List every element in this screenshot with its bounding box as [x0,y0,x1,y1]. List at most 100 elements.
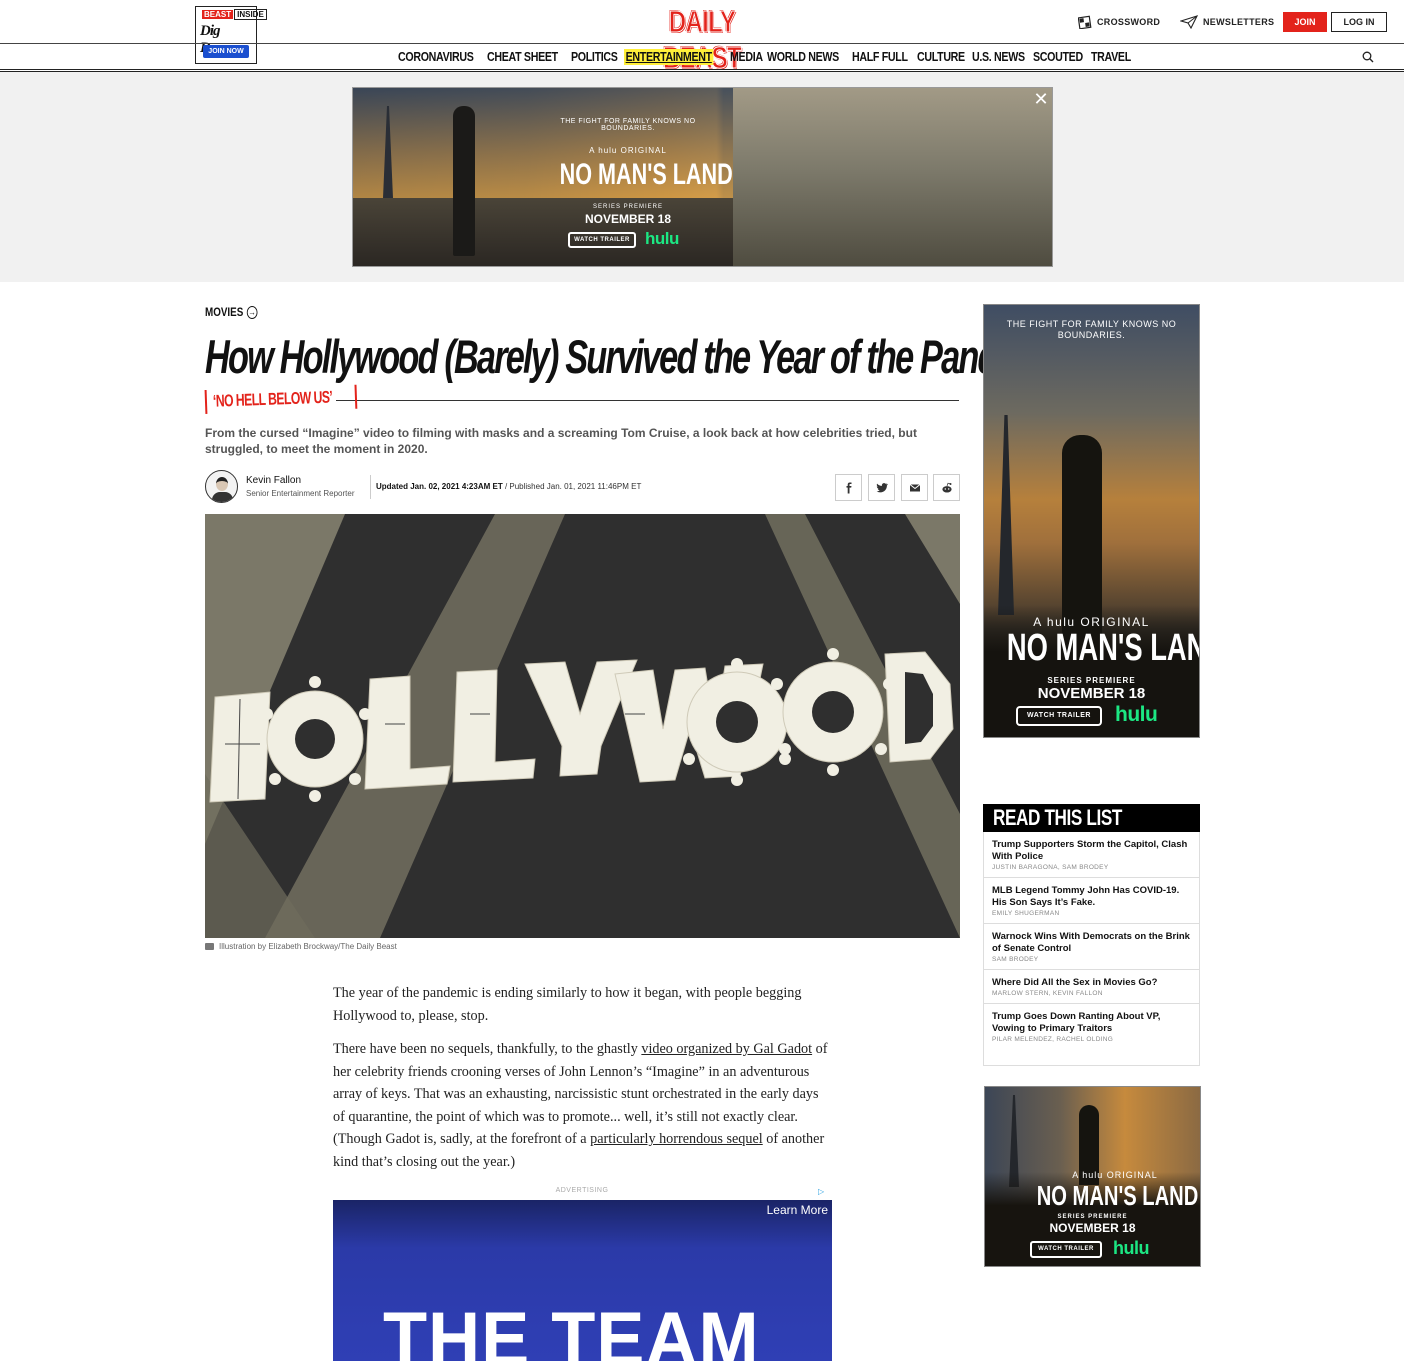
header-divider [0,43,1404,44]
section-link[interactable]: MOVIES → [205,305,258,319]
hulu-logo: hulu [645,229,679,248]
nav-item-scouted[interactable]: SCOUTED [1033,49,1083,65]
sidebar-ad2-watch-trailer-button[interactable]: WATCH TRAILER [1030,1241,1102,1258]
nav-item-politics[interactable]: POLITICS [571,49,618,65]
top-banner-ad[interactable]: THE FIGHT FOR FAMILY KNOWS NO BOUNDARIES… [352,87,1053,267]
hulu-logo: hulu [1115,703,1158,726]
list-item[interactable]: Trump Supporters Storm the Capitol, Clas… [984,832,1199,878]
hero-caption: Illustration by Elizabeth Brockway/The D… [205,942,397,951]
list-item[interactable]: Warnock Wins With Democrats on the Brink… [984,924,1199,970]
avatar-body [212,492,233,502]
sidebar-ad2-date: NOVEMBER 18 [1049,1221,1136,1235]
sidebar-ad2-hulu-original: A hulu ORIGINAL [1072,1170,1158,1180]
gal-gadot-video-link[interactable]: video organized by Gal Gadot [641,1041,812,1057]
newsletters-label: NEWSLETTERS [1203,17,1275,27]
list-item-title[interactable]: Warnock Wins With Democrats on the Brink… [992,931,1191,955]
ad-title: NO MAN'S LAND [559,158,733,191]
ad-hulu-original: A hulu ORIGINAL [589,146,667,155]
read-this-list: READ THIS LIST Trump Supporters Storm th… [983,804,1200,1066]
list-item-authors: JUSTIN BARAGONA, SAM BRODEY [992,864,1109,871]
article-dates: Updated Jan. 02, 2021 4:23AM ET / Publis… [376,482,641,491]
nav-item-culture[interactable]: CULTURE [917,49,965,65]
rubric-text: ‘NO HELL BELOW US’ [212,387,333,411]
advertising-label: ADVERTISING [555,1187,609,1194]
article-rubric: ‘NO HELL BELOW US’ [204,384,358,414]
arrow-right-icon: → [246,305,258,319]
sidebar-ad-premiere: SERIES PREMIERE [1047,676,1136,685]
list-item-authors: SAM BRODEY [992,956,1039,963]
author-name[interactable]: Kevin Fallon [246,475,301,486]
list-item-title[interactable]: MLB Legend Tommy John Has COVID-19. His … [992,885,1191,909]
hulu-logo: hulu [1113,1238,1150,1258]
share-twitter-button[interactable] [868,474,895,501]
newsletters-link[interactable]: NEWSLETTERS [1180,14,1274,30]
ad-crowd-image [733,88,1052,266]
share-email-button[interactable] [901,474,928,501]
beast-inside-badge-left: BEAST [202,10,234,19]
nav-item-cheat-sheet[interactable]: CHEAT SHEET [487,49,558,65]
article-headline: How Hollywood (Barely) Survived the Year… [205,330,1069,383]
list-item-title[interactable]: Where Did All the Sex in Movies Go? [992,977,1191,989]
list-item[interactable]: MLB Legend Tommy John Has COVID-19. His … [984,878,1199,924]
ad-watch-trailer-button[interactable]: WATCH TRAILER [568,232,636,248]
avatar-face [216,477,228,491]
list-item-title[interactable]: Trump Supporters Storm the Capitol, Clas… [992,839,1191,863]
published-date: / Published Jan. 01, 2021 11:46PM ET [502,482,642,491]
beast-inside-promo[interactable]: BEASTINSIDE Dig Deeper JOIN NOW [195,6,267,64]
beast-inside-badge: BEAST INSIDE [202,9,267,20]
crossword-icon [1078,15,1092,29]
paper-plane-icon [1180,15,1198,29]
p2-text-a: There have been no sequels, thankfully, … [333,1041,642,1057]
author-title: Senior Entertainment Reporter [246,489,355,498]
email-icon [909,483,920,491]
nav-item-world-news[interactable]: WORLD NEWS [767,49,839,65]
nav-item-half-full[interactable]: HALF FULL [852,49,908,65]
login-button[interactable]: LOG IN [1331,12,1387,32]
close-icon[interactable]: ✕ [1033,90,1049,108]
site-logo[interactable]: DAILY BEAST [647,4,756,76]
list-item[interactable]: Where Did All the Sex in Movies Go? MARL… [984,970,1199,1004]
horrendous-sequel-link[interactable]: particularly horrendous sequel [590,1131,763,1147]
nav-item-media[interactable]: MEDIA [730,49,763,65]
author-avatar[interactable] [205,470,238,503]
nav-item-coronavirus[interactable]: CORONAVIRUS [398,49,474,65]
learn-more-button[interactable]: Learn More [767,1203,828,1217]
nav-item-travel[interactable]: TRAVEL [1091,49,1131,65]
byline: Kevin Fallon Senior Entertainment Report… [205,470,960,504]
read-this-list-heading: READ THIS LIST [983,804,1200,832]
crossword-label: CROSSWORD [1097,17,1161,27]
paragraph-2: There have been no sequels, thankfully, … [333,1038,833,1173]
inline-video-ad[interactable]: Learn More THE TEAM [333,1200,832,1361]
crossword-link[interactable]: CROSSWORD [1078,14,1160,30]
list-item[interactable]: Trump Goes Down Ranting About VP, Vowing… [984,1004,1199,1049]
site-header: BEASTINSIDE Dig Deeper JOIN NOW DAILY BE… [0,0,1404,76]
inline-ad-headline: THE TEAM [383,1297,760,1361]
hero-illustration [205,514,960,938]
adchoices-icon[interactable]: ▷ [818,1187,824,1196]
sidebar-ad-watch-trailer-button[interactable]: WATCH TRAILER [1016,706,1102,726]
list-item-authors: MARLOW STERN, KEVIN FALLON [992,990,1103,997]
sidebar-ad-2[interactable]: A hulu ORIGINAL NO MAN'S LAND SERIES PRE… [984,1086,1201,1267]
main-nav: CORONAVIRUS CHEAT SHEET POLITICS ENTERTA… [398,49,1131,65]
article-body: The year of the pandemic is ending simil… [333,982,833,1184]
camera-icon [205,943,214,950]
facebook-icon [846,482,851,493]
search-icon[interactable] [1362,51,1374,63]
share-facebook-button[interactable] [835,474,862,501]
caption-text: Illustration by Elizabeth Brockway/The D… [219,942,397,951]
share-reddit-button[interactable] [933,474,960,501]
join-now-button[interactable]: JOIN NOW [203,45,249,58]
rubric-rule [336,400,959,401]
read-this-list-heading-text: READ THIS LIST [993,805,1122,830]
join-button[interactable]: JOIN [1283,12,1327,32]
eiffel-tower-graphic [998,415,1014,615]
nav-item-us-news[interactable]: U.S. NEWS [972,49,1025,65]
ad-premiere-label: SERIES PREMIERE [592,204,663,210]
list-item-authors: EMILY SHUGERMAN [992,910,1060,917]
sidebar-ad-1[interactable]: THE FIGHT FOR FAMILY KNOWS NO BOUNDARIES… [983,304,1200,738]
read-this-list-items: Trump Supporters Storm the Capitol, Clas… [984,832,1199,1049]
ad-tagline: THE FIGHT FOR FAMILY KNOWS NO BOUNDARIES… [560,118,696,132]
list-item-title[interactable]: Trump Goes Down Ranting About VP, Vowing… [992,1011,1191,1035]
section-label: MOVIES [205,305,244,319]
nav-item-entertainment[interactable]: ENTERTAINMENT [624,49,714,65]
